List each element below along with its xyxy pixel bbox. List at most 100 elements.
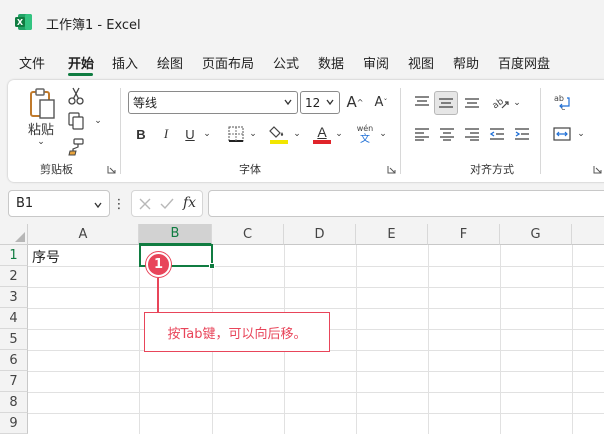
column-header[interactable]: C <box>212 224 284 245</box>
phonetic-guide-button[interactable]: wén 文 <box>354 123 376 147</box>
tab-help[interactable]: 帮助 <box>453 53 479 72</box>
row-header[interactable]: 6 <box>0 350 28 371</box>
cut-button[interactable] <box>66 86 86 106</box>
tab-insert[interactable]: 插入 <box>112 53 138 72</box>
align-left-button[interactable] <box>411 123 433 145</box>
paste-button[interactable] <box>26 86 60 122</box>
paste-dropdown-chevron-icon[interactable]: ⌄ <box>34 136 48 148</box>
paste-label[interactable]: 粘贴 <box>27 120 55 138</box>
align-middle-icon <box>439 98 453 108</box>
wrap-text-button[interactable]: ab c <box>550 91 574 115</box>
name-box[interactable]: B1 <box>8 190 110 217</box>
step-number-badge: 1 <box>146 252 171 277</box>
cell-a1[interactable]: 序号 <box>32 247 60 267</box>
row-header[interactable]: 4 <box>0 308 28 329</box>
underline-button[interactable]: U <box>180 123 200 145</box>
center-button[interactable] <box>436 123 458 145</box>
align-middle-button[interactable] <box>434 91 458 115</box>
gridline <box>28 413 604 414</box>
align-bottom-button[interactable] <box>461 91 483 113</box>
merge-center-button[interactable] <box>550 123 574 145</box>
orientation-icon: ab <box>491 97 509 111</box>
align-top-button[interactable] <box>411 91 433 113</box>
borders-button[interactable] <box>226 124 246 144</box>
bold-button[interactable]: B <box>131 123 151 145</box>
active-tab-indicator <box>68 73 93 76</box>
format-painter-button[interactable] <box>66 137 86 157</box>
tab-review[interactable]: 审阅 <box>363 53 389 72</box>
wrap-text-icon: abc <box>554 94 570 112</box>
tab-formulas[interactable]: 公式 <box>273 53 299 72</box>
orientation-dropdown-chevron-icon[interactable]: ⌄ <box>512 96 522 110</box>
clipboard-dialog-launcher-icon[interactable] <box>107 165 116 174</box>
column-header[interactable]: D <box>284 224 356 245</box>
row-header[interactable]: 8 <box>0 392 28 413</box>
insert-function-button[interactable]: fx <box>183 195 196 211</box>
fill-handle[interactable] <box>209 263 215 269</box>
row-header[interactable]: 9 <box>0 413 28 434</box>
fill-color-button[interactable] <box>268 122 290 146</box>
svg-text:ab: ab <box>554 94 564 103</box>
tab-file[interactable]: 文件 <box>19 53 45 72</box>
tab-baidu-netdisk[interactable]: 百度网盘 <box>498 53 550 72</box>
tab-home[interactable]: 开始 <box>68 53 94 72</box>
row-header[interactable]: 5 <box>0 329 28 350</box>
orientation-button[interactable]: ab <box>488 90 512 114</box>
row-header[interactable]: 7 <box>0 371 28 392</box>
font-color-letter: A <box>317 124 327 140</box>
decrease-indent-button[interactable] <box>486 123 508 145</box>
column-header[interactable]: E <box>356 224 428 245</box>
select-all-triangle-icon <box>15 232 25 242</box>
tab-data[interactable]: 数据 <box>318 53 344 72</box>
copy-button[interactable] <box>66 111 86 131</box>
borders-dropdown-chevron-icon[interactable]: ⌄ <box>248 127 258 141</box>
fill-color-icon <box>269 126 288 144</box>
font-color-dropdown-chevron-icon[interactable]: ⌄ <box>334 127 344 141</box>
column-header[interactable] <box>572 224 604 245</box>
decrease-font-label: A <box>374 94 384 110</box>
tab-draw[interactable]: 绘图 <box>157 53 183 72</box>
phonetic-dropdown-chevron-icon[interactable]: ⌄ <box>378 127 388 141</box>
align-right-button[interactable] <box>461 123 483 145</box>
font-size-select[interactable]: 12 <box>300 91 340 114</box>
caret-up-icon: ^ <box>356 97 364 107</box>
tab-view[interactable]: 视图 <box>408 53 434 72</box>
select-all-button[interactable] <box>0 224 28 245</box>
formula-input[interactable] <box>208 190 604 217</box>
font-name-select[interactable]: 等线 <box>128 91 298 114</box>
fill-color-dropdown-chevron-icon[interactable]: ⌄ <box>292 127 302 141</box>
center-icon <box>440 128 454 141</box>
instruction-callout: 按Tab键，可以向后移。 <box>144 312 330 352</box>
font-dialog-launcher-icon[interactable] <box>387 165 396 174</box>
phonetic-bottom: 文 <box>360 134 370 145</box>
decrease-font-size-button[interactable]: Aˇ <box>370 91 392 113</box>
align-left-icon <box>415 128 429 141</box>
font-color-button[interactable]: A <box>311 122 333 146</box>
increase-indent-button[interactable] <box>511 123 533 145</box>
chevron-down-icon[interactable] <box>93 200 103 210</box>
increase-font-label: A <box>346 93 357 111</box>
column-header[interactable]: F <box>428 224 500 245</box>
column-header[interactable]: G <box>500 224 572 245</box>
decrease-indent-icon <box>489 128 504 140</box>
alignment-dialog-launcher-icon[interactable] <box>593 165 602 174</box>
copy-dropdown-chevron-icon[interactable]: ⌄ <box>92 114 104 128</box>
title-bar: X 工作簿1 - Excel <box>0 0 604 46</box>
row-header[interactable]: 3 <box>0 287 28 308</box>
gridline <box>428 245 429 434</box>
enter-check-icon[interactable] <box>160 197 174 211</box>
underline-dropdown-chevron-icon[interactable]: ⌄ <box>202 127 212 141</box>
row-header-selected[interactable]: 1 <box>0 245 28 266</box>
cancel-icon[interactable] <box>138 197 152 211</box>
gridline <box>28 371 604 372</box>
row-header[interactable]: 2 <box>0 266 28 287</box>
chevron-down-icon <box>326 99 334 106</box>
merge-dropdown-chevron-icon[interactable]: ⌄ <box>576 127 586 141</box>
column-header[interactable]: A <box>28 224 139 245</box>
more-options-icon[interactable]: ⋮ <box>113 194 126 214</box>
column-header-selected[interactable]: B <box>139 224 212 245</box>
italic-button[interactable]: I <box>156 123 176 145</box>
name-box-value: B1 <box>16 196 34 211</box>
tab-page-layout[interactable]: 页面布局 <box>202 53 254 72</box>
increase-font-size-button[interactable]: A ^ <box>344 91 366 113</box>
